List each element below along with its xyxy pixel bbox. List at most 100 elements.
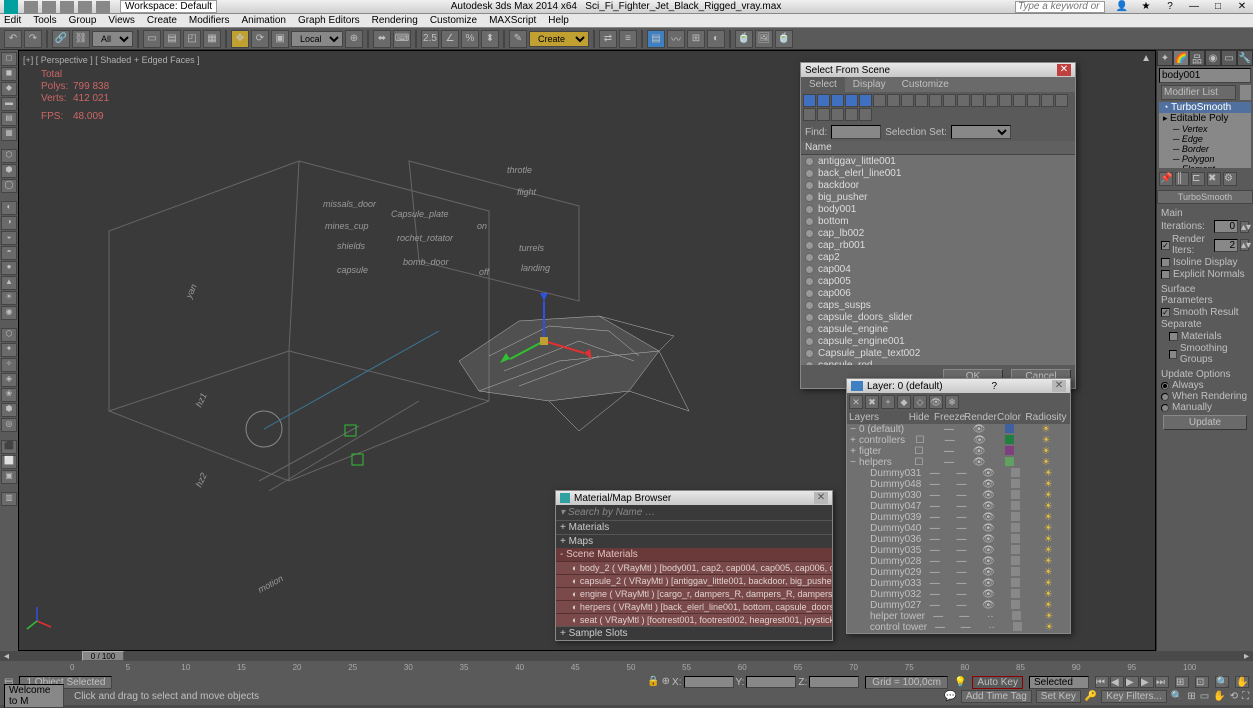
hide-unhide-button[interactable]: 👁 <box>929 395 943 409</box>
left-tool-24[interactable]: ❀ <box>1 388 17 402</box>
stack-sub-polygon[interactable]: ─ Polygon <box>1159 154 1251 164</box>
scale-button[interactable]: ▣ <box>271 30 289 48</box>
layer-row[interactable]: Dummy036——👁☀ <box>847 534 1070 545</box>
undo-icon[interactable] <box>78 1 92 13</box>
layer-row[interactable]: control tower——··☀ <box>847 622 1070 633</box>
maxscript-listener[interactable]: Welcome to M <box>4 684 64 708</box>
render-iters-checkbox[interactable]: ✓ <box>1161 241 1170 250</box>
layer-row[interactable]: Dummy047——👁☀ <box>847 501 1070 512</box>
left-tool-17[interactable]: ☀ <box>1 291 17 305</box>
sfs-tab-select[interactable]: Select <box>801 77 845 92</box>
layer-row[interactable]: Dummy040——👁☀ <box>847 523 1070 534</box>
stack-sub-element[interactable]: ─ Element <box>1159 164 1251 168</box>
sfs-tab-customize[interactable]: Customize <box>894 77 957 92</box>
highlight-layer-button[interactable]: ◇ <box>913 395 927 409</box>
layer-row[interactable]: Dummy028——👁☀ <box>847 556 1070 567</box>
sfs-tool-14[interactable] <box>999 94 1012 107</box>
configure-button[interactable]: ⚙ <box>1223 172 1237 186</box>
menu-views[interactable]: Views <box>108 15 135 26</box>
stack-turbosmooth[interactable]: ◔ TurboSmooth <box>1159 102 1251 113</box>
mat-section-materials[interactable]: + Materials <box>556 520 832 534</box>
col-hide[interactable]: Hide <box>904 412 934 423</box>
sfs-tool-18[interactable] <box>1055 94 1068 107</box>
next-frame-button[interactable]: ▶ <box>1140 676 1154 688</box>
layer-row[interactable]: +figter☐—👁☀ <box>847 446 1070 457</box>
render-setup-button[interactable]: 🍵 <box>735 30 753 48</box>
scene-item[interactable]: antiggav_little001 <box>801 155 1075 167</box>
menu-tools[interactable]: Tools <box>33 15 56 26</box>
show-end-button[interactable]: ║ <box>1175 172 1189 186</box>
scene-item[interactable]: backdoor <box>801 179 1075 191</box>
scene-material-item[interactable]: ◐ engine ( VRayMtl ) [cargo_r, dampers_R… <box>556 587 832 600</box>
col-layers[interactable]: Layers <box>849 412 904 423</box>
left-tool-18[interactable]: ◉ <box>1 306 17 320</box>
scene-item[interactable]: bottom <box>801 215 1075 227</box>
modifier-list-dropdown[interactable]: Modifier List <box>1161 85 1236 100</box>
comm-center-icon[interactable]: 💬 <box>944 691 956 702</box>
col-freeze[interactable]: Freeze <box>934 412 964 423</box>
layer-dialog-close[interactable]: ✕ <box>1052 380 1066 392</box>
left-tool-20[interactable]: ⬡ <box>1 328 17 342</box>
motion-tab[interactable]: ◉ <box>1205 50 1221 66</box>
key-mode-dropdown[interactable]: Selected <box>1029 676 1089 689</box>
left-tool-29[interactable]: ⬜ <box>1 455 17 469</box>
materials-checkbox[interactable] <box>1169 332 1178 341</box>
left-tool-1[interactable]: ◼ <box>1 67 17 81</box>
scene-item[interactable]: cap2 <box>801 251 1075 263</box>
left-tool-16[interactable]: ▲ <box>1 276 17 290</box>
left-tool-30[interactable]: ▣ <box>1 470 17 484</box>
rendered-frame-button[interactable]: 🖼 <box>755 30 773 48</box>
timeline-next[interactable]: ▸ <box>1244 651 1249 662</box>
schematic-view-button[interactable]: ⊞ <box>687 30 705 48</box>
name-column-header[interactable]: Name <box>801 141 1075 155</box>
sfs-tool-10[interactable] <box>943 94 956 107</box>
color-swatch[interactable] <box>1240 85 1251 100</box>
scene-item[interactable]: big_pusher <box>801 191 1075 203</box>
layers-list[interactable]: −0 (default)—👁☀+controllers☐—👁☀+figter☐—… <box>847 424 1070 633</box>
sfs-tool-16[interactable] <box>1027 94 1040 107</box>
layer-row[interactable]: Dummy031——👁☀ <box>847 468 1070 479</box>
pin-stack-button[interactable]: 📌 <box>1159 172 1173 186</box>
sfs-tool-12[interactable] <box>971 94 984 107</box>
mat-section-scene[interactable]: - Scene Materials <box>556 548 832 561</box>
left-tool-11[interactable]: ◐ <box>1 201 17 215</box>
scene-item[interactable]: back_elerl_line001 <box>801 167 1075 179</box>
find-input[interactable] <box>831 125 881 139</box>
left-tool-28[interactable]: ⬛ <box>1 440 17 454</box>
modifier-stack[interactable]: ◔ TurboSmooth ▸ Editable Poly ─ Vertex─ … <box>1159 102 1251 168</box>
render-button[interactable]: 🍵 <box>775 30 793 48</box>
lock-selection-icon[interactable]: 🔒 <box>647 676 659 688</box>
time-slider[interactable]: ◂ 0 / 100 ▸ <box>0 651 1253 661</box>
signin-icon[interactable]: 👤 <box>1115 1 1129 12</box>
add-time-tag-button[interactable]: Add Time Tag <box>961 690 1032 703</box>
open-file-icon[interactable] <box>42 1 56 13</box>
scene-material-item[interactable]: ◐ herpers ( VRayMtl ) [back_elerl_line00… <box>556 600 832 613</box>
scene-item[interactable]: caps_susps <box>801 299 1075 311</box>
iterations-spinner[interactable]: 0 <box>1214 220 1238 233</box>
display-tab[interactable]: ▭ <box>1221 50 1237 66</box>
viewport-nav-c[interactable]: 🔍 <box>1215 676 1229 688</box>
left-tool-13[interactable]: ◒ <box>1 231 17 245</box>
mat-browser-close[interactable]: ✕ <box>814 492 828 504</box>
nav-orbit-button[interactable]: ⟲ <box>1230 691 1238 702</box>
redo-icon[interactable] <box>96 1 110 13</box>
unlink-button[interactable]: ⛓ <box>72 30 90 48</box>
nav-zoomall-button[interactable]: ⊞ <box>1187 691 1195 702</box>
explicit-checkbox[interactable] <box>1161 270 1170 279</box>
rollout-turbosmooth[interactable]: TurboSmooth <box>1157 190 1253 204</box>
mat-section-slots[interactable]: + Sample Slots <box>556 626 832 640</box>
left-tool-8[interactable]: ⬢ <box>1 164 17 178</box>
sfs-tool-13[interactable] <box>985 94 998 107</box>
time-ruler[interactable]: 0510152025303540455055606570758085909510… <box>0 661 1253 675</box>
sfs-tool-15[interactable] <box>1013 94 1026 107</box>
redo-button[interactable]: ↷ <box>24 30 42 48</box>
stack-sub-vertex[interactable]: ─ Vertex <box>1159 124 1251 134</box>
mirror-button[interactable]: ⇄ <box>599 30 617 48</box>
layer-manager-button[interactable]: ▤ <box>647 30 665 48</box>
sfs-tool-3[interactable] <box>845 94 858 107</box>
left-tool-5[interactable]: ▦ <box>1 127 17 141</box>
update-button[interactable]: Update <box>1163 415 1247 430</box>
maximize-button[interactable]: □ <box>1211 1 1225 12</box>
viewcube-icon[interactable]: ▲ <box>1141 53 1151 64</box>
curve-editor-button[interactable]: 〰 <box>667 30 685 48</box>
